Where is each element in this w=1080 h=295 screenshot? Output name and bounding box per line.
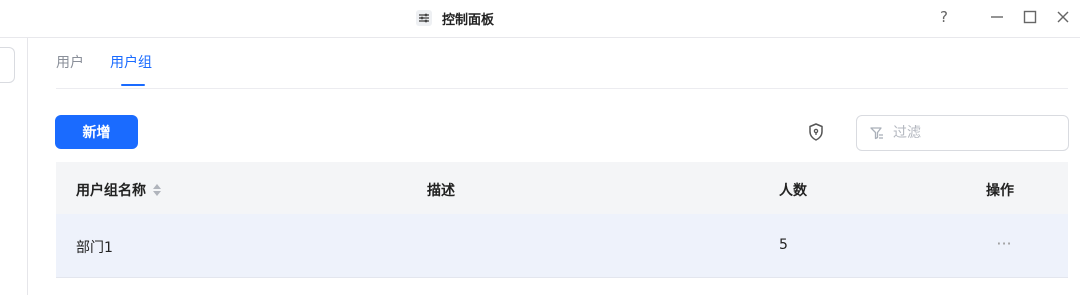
add-button[interactable]: 新增 — [55, 115, 138, 149]
sort-icon[interactable] — [152, 183, 162, 197]
help-button[interactable]: ? — [933, 6, 955, 28]
tab-users[interactable]: 用户 — [56, 52, 84, 86]
table-header: 用户组名称 描述 人数 操作 — [56, 162, 1068, 214]
group-name-cell: 部门1 — [76, 240, 113, 256]
window-title-group: 控制面板 — [416, 8, 494, 28]
maximize-icon — [1023, 10, 1037, 24]
close-button[interactable] — [1052, 6, 1074, 28]
title-bar: 控制面板 ? — [0, 0, 1080, 38]
minimize-icon — [991, 16, 1003, 18]
shield-icon[interactable] — [806, 122, 826, 142]
column-header-count: 人数 — [779, 183, 807, 199]
minimize-button[interactable] — [986, 6, 1008, 28]
close-icon — [1057, 11, 1069, 23]
tabs-divider — [56, 88, 1068, 89]
control-panel-icon — [416, 10, 432, 26]
more-actions-button[interactable]: ··· — [994, 234, 1014, 253]
window-title: 控制面板 — [442, 12, 495, 28]
filter-icon — [870, 127, 883, 140]
tab-bar: 用户 用户组 — [56, 52, 178, 86]
column-header-group-name[interactable]: 用户组名称 — [76, 180, 162, 200]
count-cell: 5 — [779, 237, 788, 253]
filter-field[interactable] — [856, 115, 1069, 151]
maximize-button[interactable] — [1019, 6, 1041, 28]
column-header-label: 用户组名称 — [76, 183, 146, 199]
tab-user-groups[interactable]: 用户组 — [110, 52, 152, 86]
column-header-description: 描述 — [427, 183, 455, 199]
column-header-actions: 操作 — [986, 183, 1014, 199]
left-search-field[interactable] — [0, 47, 15, 83]
filter-input[interactable] — [893, 125, 1053, 141]
table-row[interactable]: 部门1 5 ··· — [56, 214, 1068, 278]
